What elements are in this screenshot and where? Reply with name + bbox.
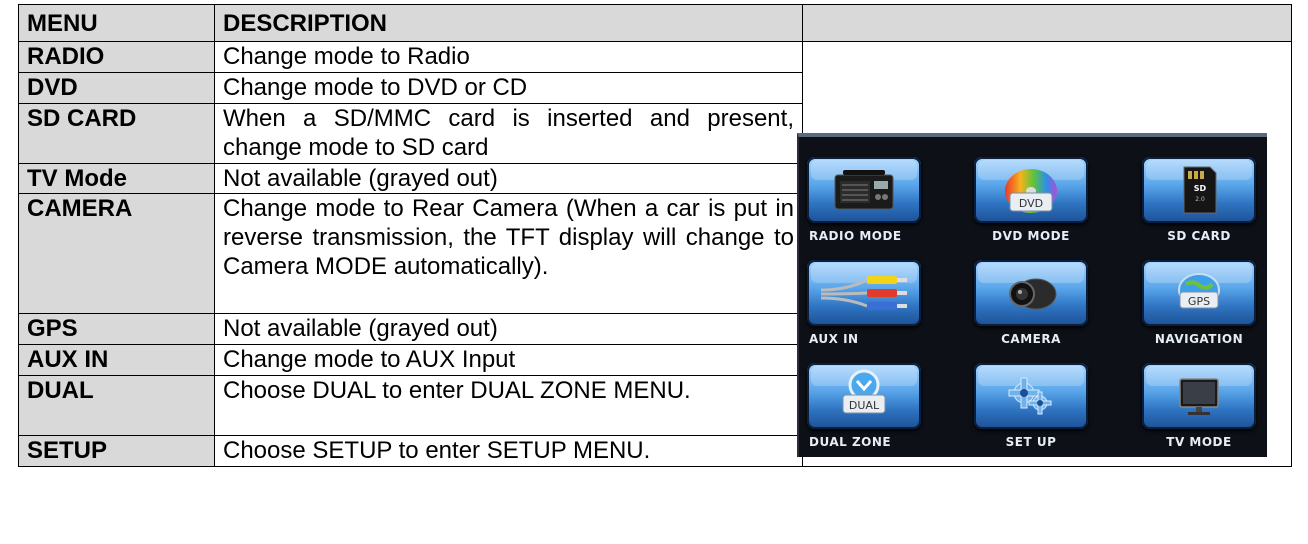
camera-button[interactable] <box>974 260 1088 326</box>
svg-text:DVD: DVD <box>1019 197 1043 210</box>
dual-zone-tile[interactable]: DUAL DUAL ZONE <box>807 363 921 449</box>
tv-mode-label: TV MODE <box>1166 435 1232 449</box>
description-cell: Change mode to Rear Camera (When a car i… <box>214 193 803 314</box>
image-column-header <box>802 4 1292 42</box>
svg-text:SD: SD <box>1194 184 1207 193</box>
sd-card-label: SD CARD <box>1167 229 1231 243</box>
description-cell: Not available (grayed out) <box>214 313 803 345</box>
dvd-icon: DVD <box>1005 169 1057 213</box>
tv-icon <box>1179 378 1219 415</box>
set-up-label: SET UP <box>1005 435 1057 449</box>
navigation-tile[interactable]: GPS NAVIGATION <box>1142 260 1256 346</box>
tv-mode-button[interactable] <box>1142 363 1256 429</box>
dual-icon: DUAL <box>842 369 886 414</box>
dvd-mode-button[interactable]: DVD <box>974 157 1088 223</box>
menu-cell: SD CARD <box>18 103 215 164</box>
aux-cables-icon <box>820 276 907 310</box>
camera-tile[interactable]: CAMERA <box>974 260 1088 346</box>
menu-cell: GPS <box>18 313 215 345</box>
menu-column-header: MENU <box>18 4 215 42</box>
menu-cell: AUX IN <box>18 344 215 376</box>
radio-icon <box>834 170 894 210</box>
tv-mode-tile[interactable]: TV MODE <box>1142 363 1256 449</box>
description-cell: Choose SETUP to enter SETUP MENU. <box>214 435 803 467</box>
menu-cell: CAMERA <box>18 193 215 314</box>
dvd-mode-label: DVD MODE <box>992 229 1070 243</box>
dual-zone-button[interactable]: DUAL <box>807 363 921 429</box>
menu-cell: DUAL <box>18 375 215 436</box>
aux-in-button[interactable] <box>807 260 921 326</box>
table-header-row: MENU DESCRIPTION <box>18 4 1292 42</box>
sd-card-button[interactable]: SD 2.0 <box>1142 157 1256 223</box>
radio-mode-label: RADIO MODE <box>809 229 902 243</box>
radio-mode-tile[interactable]: RADIO MODE <box>807 157 921 243</box>
sd-card-icon: SD 2.0 <box>1183 166 1217 214</box>
set-up-tile[interactable]: SET UP <box>974 363 1088 449</box>
navigation-label: NAVIGATION <box>1154 332 1244 346</box>
aux-in-tile[interactable]: AUX IN <box>807 260 921 346</box>
table-row: RADIO Change mode to Radio <box>18 41 1292 467</box>
gps-icon: GPS <box>1178 273 1220 309</box>
description-cell: Change mode to AUX Input <box>214 344 803 376</box>
menu-cell: TV Mode <box>18 163 215 194</box>
svg-text:2.0: 2.0 <box>1195 196 1205 203</box>
aux-in-label: AUX IN <box>809 332 859 346</box>
dual-zone-label: DUAL ZONE <box>809 435 892 449</box>
sd-card-tile[interactable]: SD 2.0 SD CARD <box>1142 157 1256 243</box>
camera-label: CAMERA <box>1001 332 1061 346</box>
radio-mode-button[interactable] <box>807 157 921 223</box>
svg-text:GPS: GPS <box>1188 295 1210 308</box>
description-cell: Choose DUAL to enter DUAL ZONE MENU. <box>214 375 803 436</box>
gear-icon <box>1008 377 1052 415</box>
menu-cell: DVD <box>18 72 215 104</box>
menu-cell: SETUP <box>18 435 215 467</box>
camera-icon <box>1009 278 1057 310</box>
set-up-button[interactable] <box>974 363 1088 429</box>
description-cell: Change mode to Radio <box>214 41 803 73</box>
navigation-button[interactable]: GPS <box>1142 260 1256 326</box>
description-column-header: DESCRIPTION <box>214 4 803 42</box>
dvd-mode-tile[interactable]: DVD DVD MODE <box>974 157 1088 243</box>
svg-text:DUAL: DUAL <box>849 399 880 412</box>
head-unit-menu-screen: RADIO MODE DVD DVD MODE SD 2.0 SD CARD A… <box>797 133 1267 457</box>
description-cell: Not available (grayed out) <box>214 163 803 194</box>
menu-cell: RADIO <box>18 41 215 73</box>
description-cell: When a SD/MMC card is inserted and prese… <box>214 103 803 164</box>
description-cell: Change mode to DVD or CD <box>214 72 803 104</box>
